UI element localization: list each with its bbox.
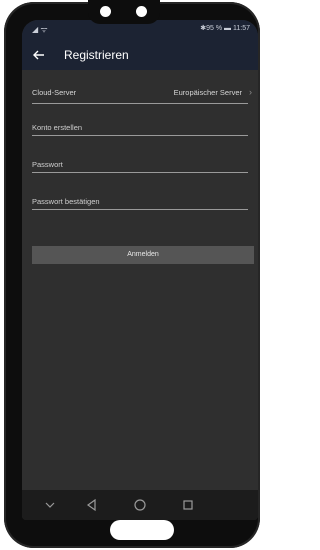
app-bar: Registrieren	[22, 40, 258, 70]
chevron-down-icon[interactable]	[42, 497, 58, 513]
home-circle-icon[interactable]	[132, 497, 148, 513]
confirm-password-field[interactable]	[32, 193, 248, 210]
battery-clock-indicator: ✱95 % ▬ 11:57	[200, 25, 250, 32]
back-arrow-icon[interactable]	[30, 46, 48, 64]
sensor-icon	[136, 6, 147, 17]
navigation-bar	[22, 490, 258, 520]
signal-wifi-indicator: ◢ ᯤ	[32, 25, 48, 34]
front-camera-icon	[100, 6, 111, 17]
recent-apps-square-icon[interactable]	[180, 497, 196, 513]
divider	[32, 103, 248, 104]
password-field[interactable]	[32, 156, 248, 173]
account-field[interactable]	[32, 119, 248, 136]
page-title: Registrieren	[64, 48, 129, 62]
home-button[interactable]	[110, 520, 174, 540]
chevron-right-icon: ›	[249, 87, 252, 97]
cloud-server-value: Europäischer Server	[173, 88, 242, 97]
camera-notch	[88, 0, 160, 24]
login-button[interactable]: Anmelden	[32, 246, 254, 264]
screen: ◢ ᯤ ✱95 % ▬ 11:57 Registrieren Cloud-Ser…	[22, 20, 258, 520]
cloud-server-label: Cloud-Server	[32, 88, 77, 97]
phone-frame: ◢ ᯤ ✱95 % ▬ 11:57 Registrieren Cloud-Ser…	[4, 0, 260, 548]
back-triangle-icon[interactable]	[84, 497, 100, 513]
